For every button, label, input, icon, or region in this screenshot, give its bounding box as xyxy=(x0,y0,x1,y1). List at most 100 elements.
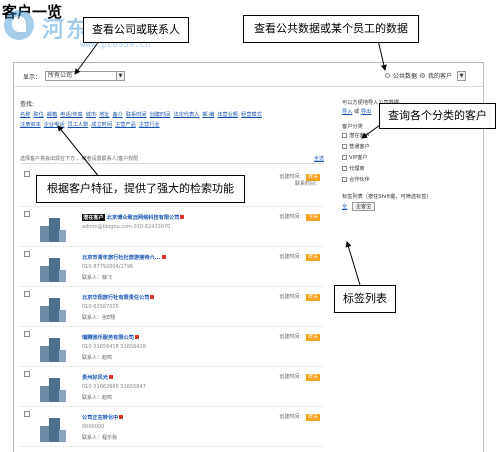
contact-person: 联系人：薛飞 xyxy=(82,275,113,281)
list-item[interactable]: 北京华阳旅行社有限责任公司 010-63587025 联系人：张E翔 创建时间： 昨天 xyxy=(20,287,324,327)
tag-chip[interactable]: 企客宝 xyxy=(351,202,376,211)
company-name[interactable]: 公司正在转化中 xyxy=(82,414,124,421)
contact-person: 联系人：赵鸣 xyxy=(82,355,113,361)
contact-line: admin@blogou.com 010-82433070 xyxy=(82,224,171,230)
category-label: 潜在客户 xyxy=(349,133,370,139)
search-field-link[interactable]: 成立时间 xyxy=(91,121,112,128)
company-name-text[interactable]: 贵州好风光 xyxy=(82,375,108,381)
row-meta: 创建时间： 昨天 xyxy=(279,374,320,381)
display-select[interactable]: 所有公司 ▼ xyxy=(45,71,125,81)
search-field-link[interactable]: 经营模式 xyxy=(241,111,262,118)
search-fields-row2: 注册资本 企业电话 员工人数 成立时间 主营产品 主营行业 xyxy=(20,121,320,128)
company-building-icon xyxy=(40,298,66,322)
row-checkbox[interactable] xyxy=(24,171,30,177)
created-label: 创建时间： xyxy=(279,294,305,300)
tag-all-link[interactable]: 全 xyxy=(342,204,347,210)
list-header-text: 选择客户将会出现在下方 ，或者设置联系人/客户权限 xyxy=(20,156,139,162)
category-item[interactable]: 普通客户 xyxy=(342,143,462,150)
search-field-link[interactable]: 地址 xyxy=(99,111,109,118)
company-name[interactable]: 瑞腾驰乐服务有限公司 xyxy=(82,334,139,341)
category-checkbox[interactable] xyxy=(342,133,347,138)
search-field-link[interactable]: 主营产品 xyxy=(115,121,136,128)
company-building-icon xyxy=(40,378,66,402)
callout-tags: 标签列表 xyxy=(334,285,396,313)
search-field-link[interactable]: 名称 xyxy=(20,111,30,118)
company-name-text[interactable]: 瑞腾驰乐服务有限公司 xyxy=(82,335,134,341)
company-name[interactable]: 北京市青年旅行社社旅游接待六... xyxy=(82,254,166,261)
company-name-text[interactable]: 北京博众致远网络科技有限公司 xyxy=(107,215,180,221)
radio-public[interactable] xyxy=(384,73,390,78)
row-checkbox[interactable] xyxy=(24,211,30,217)
row-meta: 创建时间： 昨天 xyxy=(279,334,320,341)
company-name-text[interactable]: 北京华阳旅行社有限责任公司 xyxy=(82,295,149,301)
category-list: 潜在客户普通客户 VIP客户代理商合作伙伴 xyxy=(342,132,462,183)
category-tag: 潜在客户 xyxy=(82,214,105,221)
flag-icon xyxy=(161,255,166,259)
search-field-link[interactable]: 职位 xyxy=(33,111,43,118)
category-item[interactable]: VIP客户 xyxy=(342,154,462,161)
company-name[interactable]: 贵州好风光 xyxy=(82,374,113,381)
search-field-link[interactable]: 企业电话 xyxy=(44,121,65,128)
company-name[interactable]: 北京华阳旅行社有限责任公司 xyxy=(82,294,155,301)
search-field-link[interactable]: 备介 xyxy=(112,111,122,118)
row-checkbox[interactable] xyxy=(24,331,30,337)
contact-person: 联系人：张E翔 xyxy=(82,315,116,321)
date-badge: 昨天 xyxy=(306,414,320,421)
created-line: 创建时间： 昨天 xyxy=(279,374,320,381)
company-name[interactable]: 潜在客户 北京博众致远网络科技有限公司 xyxy=(82,214,185,221)
row-checkbox[interactable] xyxy=(24,251,30,257)
search-field-link[interactable]: 创建时间 xyxy=(150,111,171,118)
search-field-link[interactable]: 年营业额 xyxy=(217,111,238,118)
radio-public-label: 公共数据 xyxy=(392,73,417,80)
company-building-icon xyxy=(40,218,66,242)
category-item[interactable]: 代理商 xyxy=(342,165,462,172)
search-field-link[interactable]: 法定代表人 xyxy=(173,111,199,118)
flag-icon xyxy=(119,415,124,419)
flag-icon xyxy=(150,295,155,299)
callout-category: 查询各个分类的客户 xyxy=(379,103,496,129)
list-item[interactable]: 贵州好风光 010-51662660 51655847 联系人：赵鸣 创建时间： 昨天 xyxy=(20,367,324,407)
row-checkbox[interactable] xyxy=(24,411,30,417)
import-link[interactable]: 导入 xyxy=(342,109,352,115)
flag-icon xyxy=(108,375,113,379)
category-checkbox[interactable] xyxy=(342,177,347,182)
employee-select[interactable]: ▼ xyxy=(457,71,466,81)
category-checkbox[interactable] xyxy=(342,144,347,149)
date-badge: 今天 xyxy=(306,214,320,221)
flag-icon xyxy=(180,215,185,219)
category-item[interactable]: 潜在客户 xyxy=(342,132,462,139)
created-label: 创建时间： xyxy=(279,334,305,340)
row-meta: 创建时间： 昨天 xyxy=(279,254,320,261)
topbar: 显示： 所有公司 ▼ 公共数据 我的客户 ▼ xyxy=(14,63,483,87)
search-field-link[interactable]: 员工人数 xyxy=(68,121,89,128)
search-field-link[interactable]: 城市 xyxy=(86,111,96,118)
list-item[interactable]: 北京市青年旅行社社旅游接待六... 010-87792004/2796 联系人：薛飞… xyxy=(20,247,324,287)
search-field-link[interactable]: 注册资本 xyxy=(20,121,41,128)
company-name-text[interactable]: 北京市青年旅行社社旅游接待六... xyxy=(82,255,161,261)
company-building-icon xyxy=(40,418,66,442)
list-item[interactable]: 瑞腾驰乐服务有限公司 010-51656418 51656428 联系人：赵鸣 创建时… xyxy=(20,327,324,367)
search-field-link[interactable]: 邮 编 xyxy=(202,111,214,118)
date-badge: 昨天 xyxy=(306,174,320,181)
radio-mine[interactable] xyxy=(419,73,425,78)
date-badge: 昨天 xyxy=(306,334,320,341)
radio-mine-label: 我的客户 xyxy=(427,73,452,80)
category-item[interactable]: 合作伙伴 xyxy=(342,176,462,183)
select-all-link[interactable]: 全选 xyxy=(314,155,324,162)
search-field-link[interactable]: 电话/传真 xyxy=(60,111,83,118)
list-item[interactable]: 公司正在转化中 0000000 联系人：程乐我 创建时间： 昨天 xyxy=(20,407,324,447)
export-link[interactable]: 导出 xyxy=(361,109,371,115)
search-field-link[interactable]: 联系时间 xyxy=(126,111,147,118)
search-field-link[interactable]: 主营行业 xyxy=(139,121,160,128)
category-checkbox[interactable] xyxy=(342,166,347,171)
row-meta: 创建时间： 今天 xyxy=(279,214,320,221)
row-checkbox[interactable] xyxy=(24,371,30,377)
callout-public-data: 查看公共数据或某个员工的数据 xyxy=(243,15,419,43)
row-checkbox[interactable] xyxy=(24,291,30,297)
category-label: 代理商 xyxy=(349,166,365,172)
created-line: 创建时间： 昨天 xyxy=(279,254,320,261)
search-field-link[interactable]: 邮箱 xyxy=(47,111,57,118)
list-item[interactable]: 潜在客户 北京博众致远网络科技有限公司 admin@blogou.com 010-8… xyxy=(20,207,324,247)
category-checkbox[interactable] xyxy=(342,155,347,160)
company-name-text[interactable]: 公司正在转化中 xyxy=(82,415,118,421)
